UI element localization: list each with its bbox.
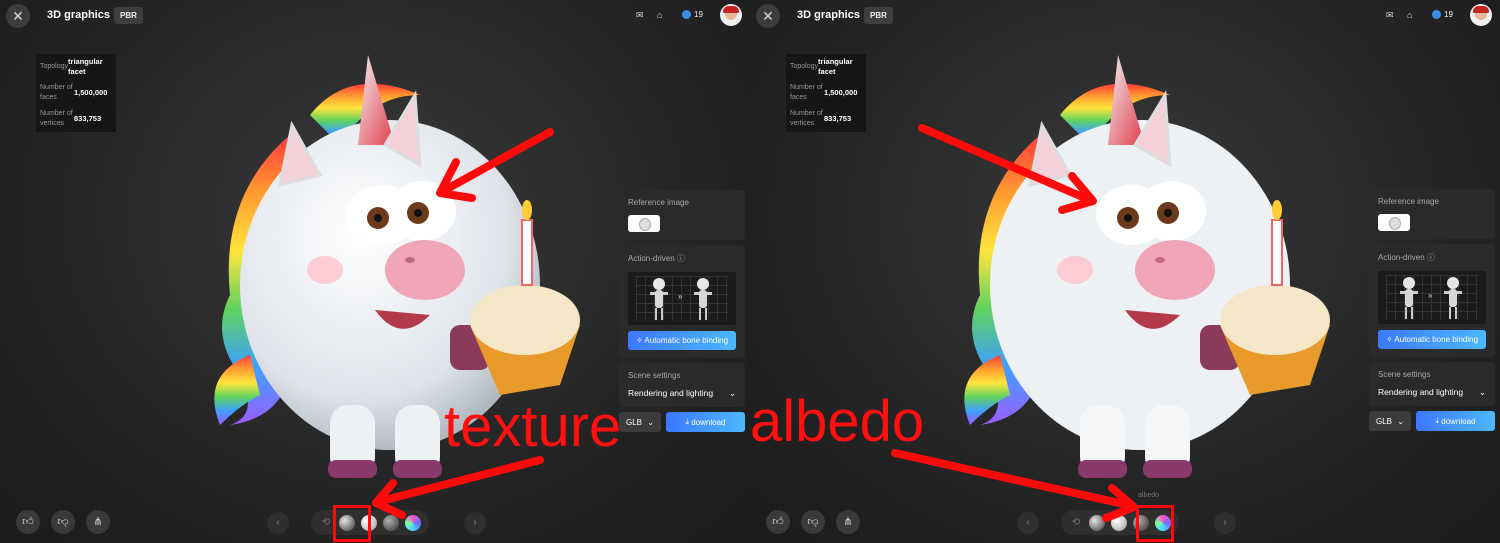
viewer-panel-left: ✕ 3D graphics PBR ✉ ⌂ 19 Topology triangu…: [0, 0, 750, 543]
viewer-panel-right: ✕ 3D graphics PBR ✉ ⌂ 19 Topology triangu…: [750, 0, 1500, 543]
annotation-arrows: [891, 124, 1138, 522]
annotation-arrows: [372, 128, 554, 519]
